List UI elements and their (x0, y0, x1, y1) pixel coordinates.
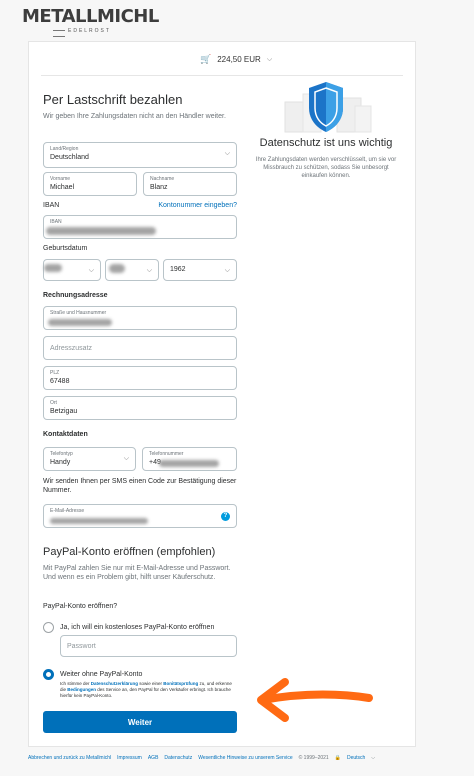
city-field[interactable]: Ort Betzigau (43, 396, 237, 420)
terms-link[interactable]: Bedingungen (67, 687, 96, 692)
redacted-month (109, 264, 125, 273)
account-number-link[interactable]: Kontonummer eingeben? (158, 202, 237, 209)
chevron-down-icon: ⌵ (266, 55, 273, 63)
help-icon[interactable]: ? (221, 512, 230, 521)
address-extra-placeholder: Adresszusatz (50, 345, 93, 352)
privacy-illustration (251, 80, 401, 136)
checkout-card: 🛒 224,50 EUR ⌵ Per Lastschrift bezahlen … (28, 41, 416, 747)
chevron-down-icon: ⌵ (88, 267, 94, 274)
phone-type-value: Handy (50, 459, 71, 466)
firstname-label: Vorname (50, 176, 71, 182)
annotation-arrow (257, 678, 373, 722)
password-field[interactable]: Passwort (60, 635, 237, 657)
brand-name: METALLMICHL (22, 6, 159, 27)
copyright: © 1999–2021 (298, 755, 329, 761)
paypal-text: Mit PayPal zahlen Sie nur mit E-Mail-Adr… (43, 565, 231, 581)
footer: Abbrechen und zurück zu Metallmichl Impr… (28, 755, 375, 761)
cancel-link[interactable]: Abbrechen und zurück zu Metallmichl (28, 755, 111, 761)
legal-part: Ich stimme der (60, 681, 91, 686)
country-select[interactable]: Land/Region Deutschland ⌵ (43, 142, 237, 168)
option-yes-label[interactable]: Ja, ich will ein kostenloses PayPal-Kont… (60, 624, 214, 631)
street-label: Straße und Hausnummer (50, 310, 107, 316)
chevron-down-icon: ⌵ (146, 267, 152, 274)
footer-privacy-link[interactable]: Datenschutz (164, 755, 192, 761)
street-field[interactable]: Straße und Hausnummer (43, 306, 237, 330)
chevron-down-icon: ⌵ (224, 267, 230, 274)
firstname-value: Michael (50, 184, 75, 191)
lastname-label: Nachname (150, 176, 175, 182)
dob-month-select[interactable]: ⌵ (105, 259, 159, 281)
radio-create-account[interactable] (43, 622, 54, 633)
continue-button[interactable]: Weiter (43, 711, 237, 733)
privacy-link[interactable]: Datenschutzerklärung (91, 681, 138, 686)
phone-type-label: Telefontyp (50, 451, 73, 457)
country-label: Land/Region (50, 146, 79, 152)
email-field[interactable]: E-Mail-Adresse ? (43, 504, 237, 528)
imprint-link[interactable]: Impressum (117, 755, 142, 761)
password-placeholder: Passwort (67, 643, 96, 650)
iban-label: IBAN (50, 219, 62, 225)
paypal-question: PayPal-Konto eröffnen? (43, 603, 118, 610)
email-label: E-Mail-Adresse (50, 508, 85, 514)
zip-label: PLZ (50, 370, 60, 376)
redacted-phone (159, 460, 219, 467)
lastname-value: Blanz (150, 184, 168, 191)
privacy-panel: Datenschutz ist uns wichtig Ihre Zahlung… (251, 80, 401, 180)
brand-logo: METALLMICHL EDELROST (22, 6, 159, 34)
dob-year-select[interactable]: 1962 ⌵ (163, 259, 237, 281)
zip-field[interactable]: PLZ 67488 (43, 366, 237, 390)
legal-part: sowie einer (138, 681, 164, 686)
city-value: Betzigau (50, 408, 78, 415)
cart-amount: 224,50 EUR (217, 55, 261, 64)
notices-link[interactable]: Wesentliche Hinweise zu unserem Service (198, 755, 292, 761)
iban-heading: IBAN (43, 202, 60, 209)
language-select[interactable]: Deutsch (347, 755, 365, 761)
legal-text: Ich stimme der Datenschutzerklärung sowi… (60, 681, 237, 699)
privacy-title: Datenschutz ist uns wichtig (259, 137, 393, 149)
lock-icon: 🔒 (334, 755, 341, 761)
redacted-email (50, 518, 148, 524)
chevron-down-icon: ⌵ (371, 755, 376, 761)
phone-type-select[interactable]: Telefontyp Handy ⌵ (43, 447, 136, 471)
intro-text: Wir geben Ihre Zahlungsdaten nicht an de… (43, 113, 226, 120)
iban-field[interactable]: IBAN (43, 215, 237, 239)
billing-heading: Rechnungsadresse (43, 292, 108, 299)
contact-heading: Kontaktdaten (43, 431, 88, 438)
redacted-street (48, 319, 112, 326)
paypal-heading: PayPal-Konto eröffnen (empfohlen) (43, 546, 216, 558)
credit-check-link[interactable]: Bonitätsprüfung (163, 681, 198, 686)
chevron-down-icon: ⌵ (123, 455, 129, 462)
radio-continue-without[interactable] (43, 669, 54, 680)
zip-value: 67488 (50, 378, 70, 385)
page-title: Per Lastschrift bezahlen (43, 92, 183, 107)
redacted-day (44, 264, 62, 272)
cart-icon: 🛒 (200, 54, 212, 64)
chevron-down-icon: ⌵ (224, 150, 230, 157)
phone-number-field[interactable]: Telefonnummer +49 (142, 447, 237, 471)
phone-number-label: Telefonnummer (149, 451, 184, 457)
dob-day-select[interactable]: ⌵ (43, 259, 101, 281)
cart-summary[interactable]: 🛒 224,50 EUR ⌵ (200, 54, 272, 65)
lastname-field[interactable]: Nachname Blanz (143, 172, 237, 196)
privacy-text: Ihre Zahlungsdaten werden verschlüsselt,… (255, 157, 397, 179)
shield-icon (284, 82, 372, 133)
divider (41, 75, 403, 76)
brand-tagline: EDELROST (50, 28, 122, 40)
city-label: Ort (50, 400, 57, 406)
country-value: Deutschland (50, 154, 89, 161)
redacted-iban (46, 227, 156, 235)
option-no-label[interactable]: Weiter ohne PayPal-Konto (60, 671, 142, 678)
sms-note: Wir senden Ihnen per SMS einen Code zur … (43, 478, 237, 494)
dob-heading: Geburtsdatum (43, 245, 88, 252)
dob-year-value: 1962 (170, 266, 186, 273)
agb-link[interactable]: AGB (148, 755, 159, 761)
address-extra-field[interactable]: Adresszusatz (43, 336, 237, 360)
firstname-field[interactable]: Vorname Michael (43, 172, 137, 196)
